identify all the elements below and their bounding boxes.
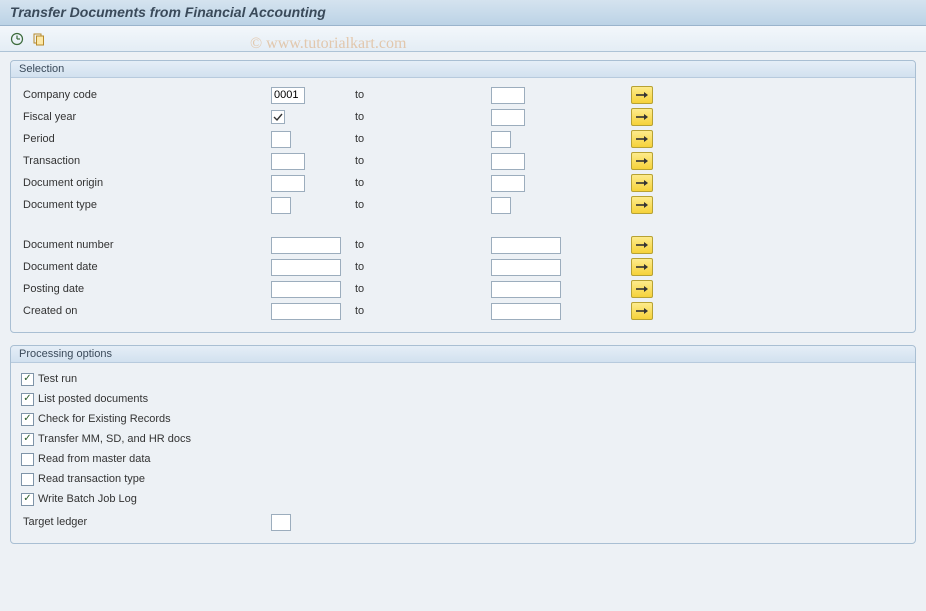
input-to[interactable] xyxy=(491,259,561,276)
field-label: Document type xyxy=(21,199,271,211)
selection-row: Document origin to xyxy=(21,172,905,194)
input-from[interactable] xyxy=(271,197,291,214)
input-from[interactable] xyxy=(271,259,341,276)
option-checkbox[interactable] xyxy=(21,453,34,466)
option-checkbox[interactable] xyxy=(21,433,34,446)
option-label: Check for Existing Records xyxy=(38,413,171,425)
selection-row: Document number to xyxy=(21,234,905,256)
input-from[interactable] xyxy=(271,153,305,170)
option-row: Write Batch Job Log xyxy=(21,489,905,509)
input-to[interactable] xyxy=(491,87,525,104)
target-ledger-input[interactable] xyxy=(271,514,291,531)
multiple-selection-button[interactable] xyxy=(631,196,653,214)
to-label: to xyxy=(351,261,491,273)
target-ledger-label: Target ledger xyxy=(21,516,271,528)
option-checkbox[interactable] xyxy=(21,473,34,486)
option-row: List posted documents xyxy=(21,389,905,409)
input-from[interactable] xyxy=(271,237,341,254)
input-to[interactable] xyxy=(491,175,525,192)
option-row: Read transaction type xyxy=(21,469,905,489)
multiple-selection-button[interactable] xyxy=(631,236,653,254)
field-label: Transaction xyxy=(21,155,271,167)
execute-button[interactable] xyxy=(8,30,26,48)
target-ledger-row: Target ledger xyxy=(21,511,905,533)
get-variant-button[interactable] xyxy=(30,30,48,48)
multiple-selection-button[interactable] xyxy=(631,130,653,148)
field-label: Company code xyxy=(21,89,271,101)
group-header-processing: Processing options xyxy=(11,346,915,363)
multiple-selection-button[interactable] xyxy=(631,108,653,126)
input-from[interactable] xyxy=(271,87,305,104)
field-label: Posting date xyxy=(21,283,271,295)
option-row: Test run xyxy=(21,369,905,389)
field-label: Document date xyxy=(21,261,271,273)
input-to[interactable] xyxy=(491,197,511,214)
option-row: Transfer MM, SD, and HR docs xyxy=(21,429,905,449)
input-from[interactable] xyxy=(271,281,341,298)
input-to[interactable] xyxy=(491,153,525,170)
multiple-selection-button[interactable] xyxy=(631,152,653,170)
field-label: Fiscal year xyxy=(21,111,271,123)
to-label: to xyxy=(351,239,491,251)
content: Selection Company codetoFiscal yeartoPer… xyxy=(0,52,926,564)
option-label: Write Batch Job Log xyxy=(38,493,137,505)
multiple-selection-button[interactable] xyxy=(631,174,653,192)
multiple-selection-button[interactable] xyxy=(631,86,653,104)
to-label: to xyxy=(351,305,491,317)
input-to[interactable] xyxy=(491,237,561,254)
input-from[interactable] xyxy=(271,131,291,148)
input-to[interactable] xyxy=(491,109,525,126)
field-label: Document origin xyxy=(21,177,271,189)
option-label: Read from master data xyxy=(38,453,151,465)
to-label: to xyxy=(351,155,491,167)
selection-row: Document type to xyxy=(21,194,905,216)
option-label: Test run xyxy=(38,373,77,385)
option-checkbox[interactable] xyxy=(21,413,34,426)
option-row: Check for Existing Records xyxy=(21,409,905,429)
to-label: to xyxy=(351,133,491,145)
option-label: List posted documents xyxy=(38,393,148,405)
to-label: to xyxy=(351,89,491,101)
option-label: Read transaction type xyxy=(38,473,145,485)
option-checkbox[interactable] xyxy=(21,373,34,386)
group-header-selection: Selection xyxy=(11,61,915,78)
selection-row: Posting date to xyxy=(21,278,905,300)
multiple-selection-button[interactable] xyxy=(631,258,653,276)
page-title: Transfer Documents from Financial Accoun… xyxy=(10,4,916,20)
group-processing: Processing options Test run List posted d… xyxy=(10,345,916,544)
selection-row: Transaction to xyxy=(21,150,905,172)
selection-row: Document date to xyxy=(21,256,905,278)
fiscal-year-checkbox[interactable] xyxy=(271,110,285,124)
input-to[interactable] xyxy=(491,281,561,298)
to-label: to xyxy=(351,199,491,211)
to-label: to xyxy=(351,283,491,295)
multiple-selection-button[interactable] xyxy=(631,302,653,320)
input-to[interactable] xyxy=(491,303,561,320)
selection-row: Fiscal year to xyxy=(21,106,905,128)
input-from[interactable] xyxy=(271,303,341,320)
to-label: to xyxy=(351,177,491,189)
field-label: Created on xyxy=(21,305,271,317)
option-label: Transfer MM, SD, and HR docs xyxy=(38,433,191,445)
input-to[interactable] xyxy=(491,131,511,148)
selection-row: Created on to xyxy=(21,300,905,322)
to-label: to xyxy=(351,111,491,123)
title-bar: Transfer Documents from Financial Accoun… xyxy=(0,0,926,26)
option-checkbox[interactable] xyxy=(21,493,34,506)
input-from[interactable] xyxy=(271,175,305,192)
selection-row: Period to xyxy=(21,128,905,150)
multiple-selection-button[interactable] xyxy=(631,280,653,298)
field-label: Period xyxy=(21,133,271,145)
option-row: Read from master data xyxy=(21,449,905,469)
option-checkbox[interactable] xyxy=(21,393,34,406)
field-label: Document number xyxy=(21,239,271,251)
toolbar xyxy=(0,26,926,52)
selection-row: Company code to xyxy=(21,84,905,106)
group-selection: Selection Company codetoFiscal yeartoPer… xyxy=(10,60,916,333)
